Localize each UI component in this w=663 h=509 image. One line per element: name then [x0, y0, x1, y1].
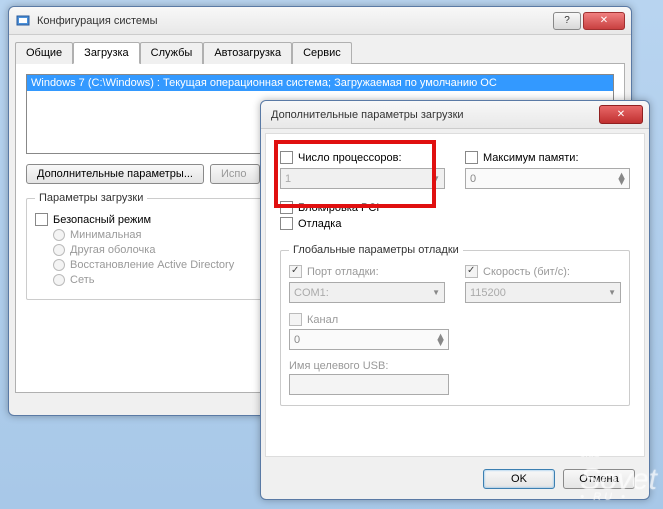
chevron-down-icon: ▼	[432, 174, 440, 183]
tab-general[interactable]: Общие	[15, 42, 73, 64]
spinner-arrows-icon: ▲▼	[616, 173, 627, 185]
help-button[interactable]: ?	[553, 12, 581, 30]
numproc-label: Число процессоров:	[298, 152, 402, 164]
chevron-down-icon: ▼	[608, 288, 616, 297]
window-buttons: ? ✕	[553, 12, 625, 30]
pcilock-checkbox[interactable]: Блокировка PCI	[280, 201, 630, 214]
tab-startup[interactable]: Автозагрузка	[203, 42, 292, 64]
baudrate-label: Скорость (бит/с):	[483, 266, 570, 278]
boot-entry-selected[interactable]: Windows 7 (C:\Windows) : Текущая операци…	[27, 75, 613, 91]
dialog-title: Дополнительные параметры загрузки	[267, 109, 599, 121]
tab-boot[interactable]: Загрузка	[73, 42, 139, 64]
radio-altshell: Другая оболочка	[53, 244, 277, 256]
cancel-button[interactable]: Отмена	[563, 469, 635, 489]
app-icon	[15, 13, 31, 29]
checkbox-icon	[280, 151, 293, 164]
dialog-close-button[interactable]: ✕	[599, 105, 643, 124]
advanced-options-button[interactable]: Дополнительные параметры...	[26, 164, 204, 184]
tab-strip: Общие Загрузка Службы Автозагрузка Серви…	[15, 41, 625, 63]
tab-tools[interactable]: Сервис	[292, 42, 352, 64]
tab-services[interactable]: Службы	[140, 42, 204, 64]
dialog-window-buttons: ✕	[599, 105, 643, 124]
advanced-boot-dialog: Дополнительные параметры загрузки ✕ Числ…	[260, 100, 650, 500]
boot-options-group: Параметры загрузки Безопасный режим Мини…	[26, 192, 286, 300]
radio-adrepair: Восстановление Active Directory	[53, 259, 277, 271]
ok-button[interactable]: OK	[483, 469, 555, 489]
maxmem-checkbox[interactable]: Максимум памяти:	[465, 151, 630, 164]
maxmem-label: Максимум памяти:	[483, 152, 579, 164]
checkbox-icon	[280, 201, 293, 214]
use-button-partial[interactable]: Испо	[210, 164, 260, 184]
debugport-checkbox: Порт отладки:	[289, 265, 445, 278]
debugport-combo: COM1: ▼	[289, 282, 445, 303]
debug-checkbox[interactable]: Отладка	[280, 217, 630, 230]
titlebar: Конфигурация системы ? ✕	[9, 7, 631, 35]
radio-icon	[53, 259, 65, 271]
numproc-combo[interactable]: 1 ▼	[280, 168, 445, 189]
checkbox-icon	[465, 151, 478, 164]
close-button[interactable]: ✕	[583, 12, 625, 30]
chevron-down-icon: ▼	[432, 288, 440, 297]
maxmem-spinner[interactable]: 0 ▲▼	[465, 168, 630, 189]
debug-group-legend: Глобальные параметры отладки	[289, 244, 463, 256]
checkbox-icon	[289, 313, 302, 326]
radio-icon	[53, 244, 65, 256]
debug-label: Отладка	[298, 218, 341, 230]
debug-group: Глобальные параметры отладки Порт отладк…	[280, 244, 630, 406]
radio-icon	[53, 229, 65, 241]
usb-target-input	[289, 374, 449, 395]
checkbox-icon	[289, 265, 302, 278]
radio-minimal: Минимальная	[53, 229, 277, 241]
checkbox-icon	[35, 213, 48, 226]
boot-options-legend: Параметры загрузки	[35, 192, 147, 204]
radio-icon	[53, 274, 65, 286]
baudrate-checkbox: Скорость (бит/с):	[465, 265, 621, 278]
spinner-arrows-icon: ▲▼	[435, 334, 446, 346]
channel-label: Канал	[307, 314, 338, 326]
channel-checkbox: Канал	[289, 313, 621, 326]
dialog-titlebar: Дополнительные параметры загрузки ✕	[261, 101, 649, 129]
radio-network: Сеть	[53, 274, 277, 286]
window-title: Конфигурация системы	[37, 15, 553, 27]
checkbox-icon	[280, 217, 293, 230]
pcilock-label: Блокировка PCI	[298, 202, 379, 214]
baudrate-combo: 115200 ▼	[465, 282, 621, 303]
dialog-buttons: OK Отмена	[261, 461, 649, 501]
usb-label: Имя целевого USB:	[289, 360, 621, 372]
checkbox-icon	[465, 265, 478, 278]
safe-mode-label: Безопасный режим	[53, 214, 151, 226]
safe-mode-checkbox[interactable]: Безопасный режим	[35, 213, 277, 226]
numproc-checkbox[interactable]: Число процессоров:	[280, 151, 445, 164]
debugport-label: Порт отладки:	[307, 266, 379, 278]
channel-spinner: 0 ▲▼	[289, 329, 449, 350]
